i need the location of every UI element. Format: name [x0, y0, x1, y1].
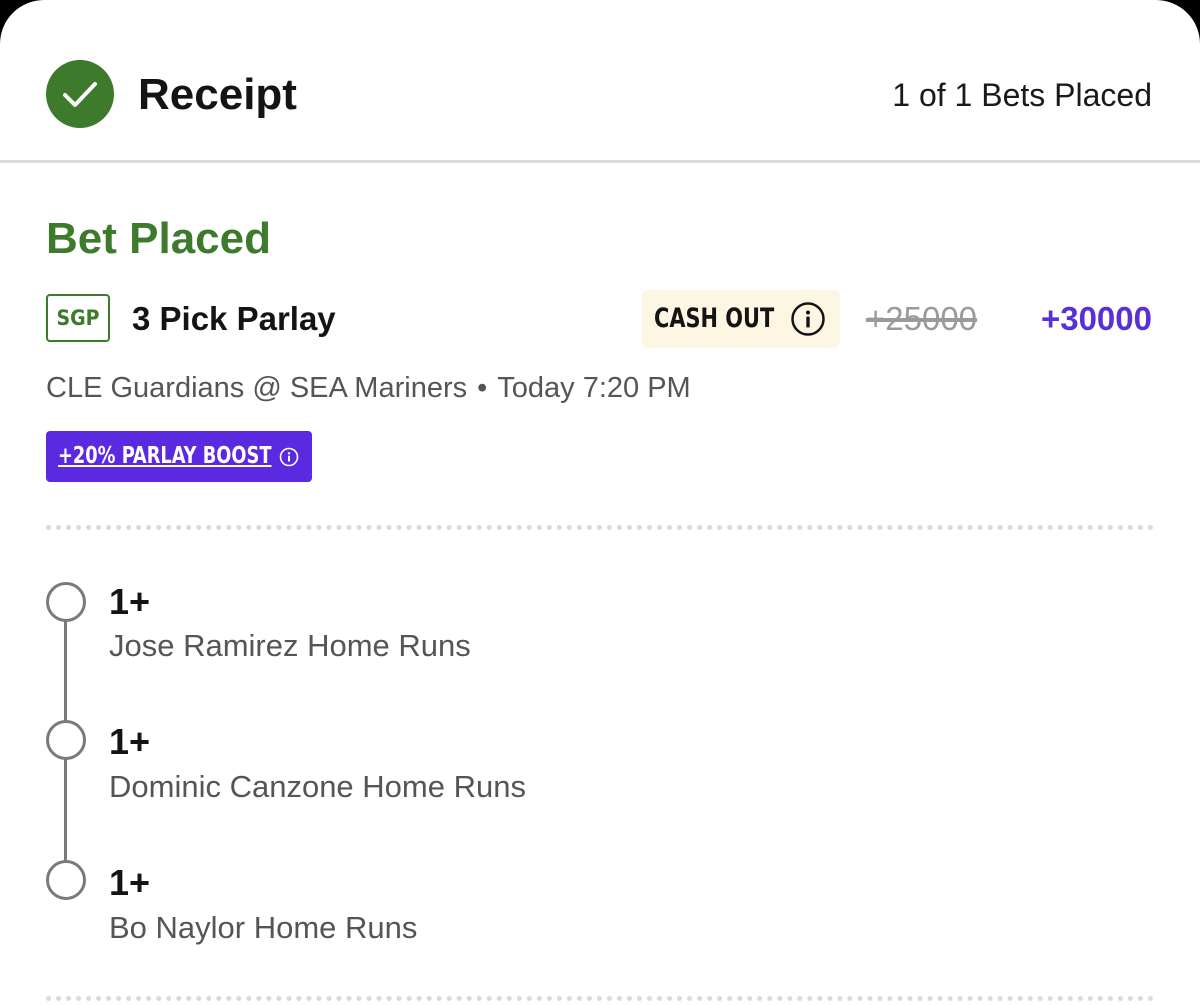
game-time: Today 7:20 PM [497, 372, 691, 404]
leg-description: Bo Naylor Home Runs [109, 910, 418, 945]
leg-value: 1+ [109, 862, 151, 903]
receipt-header: Receipt 1 of 1 Bets Placed [0, 0, 1200, 163]
cash-out-button[interactable]: CASH OUT [642, 290, 840, 348]
game-info: CLE Guardians @ SEA Mariners • Today 7:20 … [46, 369, 691, 407]
boosted-odds: +30000 [1040, 300, 1152, 337]
receipt-sheet: Receipt 1 of 1 Bets Placed Bet Placed SG… [0, 0, 1200, 1005]
leg-value: 1+ [109, 581, 151, 622]
info-icon[interactable] [790, 301, 826, 337]
leg-value: 1+ [109, 721, 151, 762]
bets-placed-count: 1 of 1 Bets Placed [892, 77, 1152, 113]
separator-dot: • [477, 372, 488, 404]
check-circle-icon [46, 60, 114, 128]
sgp-badge: SGP [46, 294, 110, 342]
leg-status-icon [46, 720, 86, 760]
matchup-text: CLE Guardians @ SEA Mariners [46, 372, 468, 404]
parlay-title: 3 Pick Parlay [132, 300, 336, 337]
original-odds: +25000 [866, 300, 978, 337]
parlay-boost-label: +20% PARLAY BOOST [58, 443, 272, 469]
dotted-divider [46, 525, 1154, 530]
leg-description: Dominic Canzone Home Runs [109, 769, 526, 804]
leg-status-icon [46, 582, 86, 622]
leg-status-icon [46, 860, 86, 900]
page-title: Receipt [138, 70, 297, 119]
info-icon[interactable] [279, 447, 299, 467]
dotted-divider [46, 996, 1154, 1001]
bet-status-title: Bet Placed [46, 214, 271, 263]
cash-out-label: CASH OUT [654, 303, 775, 334]
parlay-boost-badge[interactable]: +20% PARLAY BOOST [46, 431, 312, 482]
leg-description: Jose Ramirez Home Runs [109, 628, 471, 663]
